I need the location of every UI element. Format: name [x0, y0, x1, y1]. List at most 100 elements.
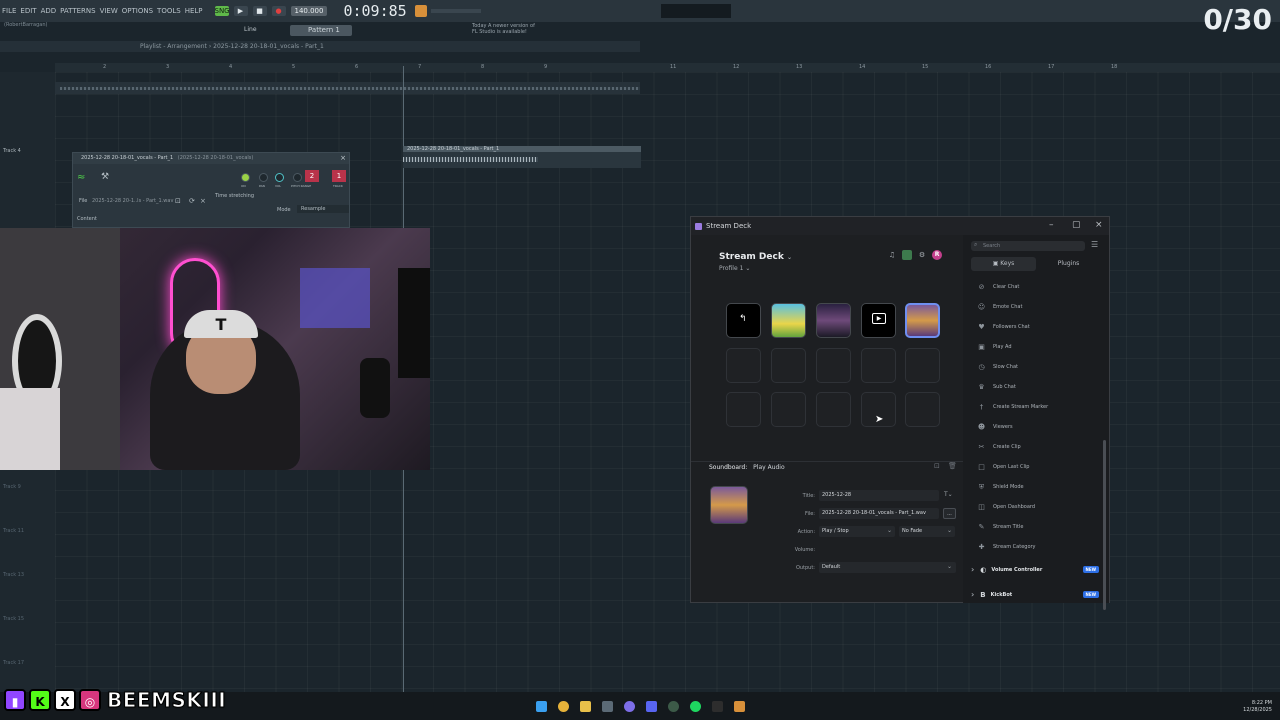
scrollbar[interactable]: [1103, 440, 1106, 610]
plugin-action-item[interactable]: ✎ Stream Title: [971, 517, 1099, 537]
bell-icon[interactable]: ♫: [887, 250, 897, 260]
menu-view[interactable]: VIEW: [98, 7, 120, 15]
key-sponge-image[interactable]: [771, 303, 806, 338]
menu-tools[interactable]: TOOLS: [155, 7, 183, 15]
fl-studio-icon[interactable]: [734, 701, 745, 712]
key-empty[interactable]: [771, 348, 806, 383]
folder-icon[interactable]: ⊡: [175, 197, 181, 205]
marketplace-icon[interactable]: [902, 250, 912, 260]
audio-clip-vocals[interactable]: 2025-12-28 20-18-01_vocals - Part_1: [403, 146, 641, 168]
pitch-knob[interactable]: [293, 173, 302, 182]
action-preview-image[interactable]: [710, 486, 748, 524]
metronome-icon[interactable]: [414, 5, 427, 17]
track-number[interactable]: 1: [332, 170, 346, 182]
title-input[interactable]: 2025-12-28: [819, 490, 939, 501]
pattern-selector[interactable]: Pattern 1: [290, 25, 352, 36]
pat-song-toggle[interactable]: SNG: [214, 6, 230, 16]
key-dancer-image[interactable]: [816, 303, 851, 338]
waveform-icon[interactable]: ≈: [77, 172, 85, 183]
avatar[interactable]: R: [932, 250, 942, 260]
gear-icon[interactable]: ⚙: [917, 250, 927, 260]
plugin-action-item[interactable]: ✚ Stream Category: [971, 537, 1099, 557]
file-value[interactable]: 2025-12-28 20-1..ls - Part_1.wav: [92, 198, 173, 204]
plugin-action-item[interactable]: ◫ Open Dashboard: [971, 497, 1099, 517]
wrench-icon[interactable]: ⚒: [101, 172, 109, 182]
record-button[interactable]: ●: [271, 6, 286, 16]
track-label[interactable]: Track 13: [3, 572, 24, 578]
menu-file[interactable]: FILE: [0, 7, 18, 15]
snap-select[interactable]: Line: [244, 26, 257, 33]
track-label[interactable]: Track 11: [3, 528, 24, 534]
key-empty[interactable]: [905, 392, 940, 427]
plugin-action-item[interactable]: ▣ Play Ad: [971, 337, 1099, 357]
key-back[interactable]: ↰: [726, 303, 761, 338]
plugin-action-item[interactable]: ☻ Viewers: [971, 417, 1099, 437]
menu-options[interactable]: OPTIONS: [120, 7, 155, 15]
output-select[interactable]: Default: [819, 562, 956, 573]
search-input[interactable]: Search: [971, 241, 1085, 251]
refresh-icon[interactable]: ⟳: [189, 197, 195, 205]
action-select[interactable]: Play / Stop: [819, 526, 895, 537]
key-empty[interactable]: [861, 348, 896, 383]
mode-select[interactable]: Resample: [297, 205, 349, 213]
plugin-action-item[interactable]: ⛨ Shield Mode: [971, 477, 1099, 497]
pan-knob[interactable]: [259, 173, 268, 182]
timeline-ruler[interactable]: 2 3 4 5 6 7 8 9 11 12 13 14 15 16 17 18: [55, 63, 1280, 72]
tempo-display[interactable]: 140.000: [290, 6, 328, 16]
play-button[interactable]: ▶: [233, 6, 248, 16]
key-empty[interactable]: [771, 392, 806, 427]
system-clock[interactable]: 8:22 PM 12/28/2025: [1243, 700, 1272, 714]
track-label[interactable]: Track 9: [3, 484, 21, 490]
menu-help[interactable]: HELP: [183, 7, 205, 15]
plugin-action-item[interactable]: ⊘ Clear Chat: [971, 277, 1099, 297]
stop-button[interactable]: ■: [252, 6, 267, 16]
discord-icon[interactable]: [646, 701, 657, 712]
update-notice[interactable]: Today A newer version of FL Studio is av…: [472, 23, 542, 35]
plugin-action-item[interactable]: □ Open Last Clip: [971, 457, 1099, 477]
folder-icon[interactable]: ⊡: [934, 462, 940, 470]
device-selector[interactable]: Stream Deck ⌄: [719, 252, 792, 262]
pitch-range-value[interactable]: 2: [305, 170, 319, 182]
close-icon[interactable]: ×: [340, 153, 346, 164]
key-soundboard-selected[interactable]: [905, 303, 940, 338]
menu-add[interactable]: ADD: [39, 7, 59, 15]
trash-icon[interactable]: 🗑: [948, 462, 957, 470]
profile-selector[interactable]: Profile 1 ⌄: [719, 265, 750, 272]
track-label[interactable]: Track 17: [3, 660, 24, 666]
track-label[interactable]: Track 4: [3, 148, 21, 154]
list-view-icon[interactable]: ☰: [1091, 240, 1098, 249]
plugin-action-item[interactable]: ♥ Followers Chat: [971, 317, 1099, 337]
menu-patterns[interactable]: PATTERNS: [58, 7, 97, 15]
app-icon[interactable]: [712, 701, 723, 712]
tab-plugins[interactable]: Plugins: [1036, 257, 1101, 271]
plugin-action-item[interactable]: † Create Stream Marker: [971, 397, 1099, 417]
key-empty[interactable]: [726, 348, 761, 383]
app-icon[interactable]: [624, 701, 635, 712]
channel-title-bar[interactable]: 2025-12-28 20-18-01_vocals - Part_1 (202…: [73, 153, 349, 164]
clear-icon[interactable]: ×: [200, 197, 206, 205]
file-input[interactable]: 2025-12-28 20-18-01_vocals - Part_1.wav: [819, 508, 939, 519]
menu-edit[interactable]: EDIT: [18, 7, 38, 15]
plugin-action-item[interactable]: ◷ Slow Chat: [971, 357, 1099, 377]
on-knob[interactable]: [241, 173, 250, 182]
window-title-bar[interactable]: Stream Deck – ▢ ×: [691, 217, 1109, 235]
plugin-group[interactable]: › ◐ Volume Controller NEW: [971, 557, 1099, 582]
close-icon[interactable]: ×: [1095, 220, 1103, 230]
plugin-action-item[interactable]: ♛ Sub Chat: [971, 377, 1099, 397]
chrome-icon[interactable]: [558, 701, 569, 712]
windows-start-icon[interactable]: [536, 701, 547, 712]
plugin-group[interactable]: › B KickBot NEW: [971, 582, 1099, 607]
plugin-action-item[interactable]: ✂ Create Clip: [971, 437, 1099, 457]
track-label[interactable]: Track 15: [3, 616, 24, 622]
key-empty[interactable]: [816, 392, 851, 427]
app-icon[interactable]: [668, 701, 679, 712]
vol-knob[interactable]: [275, 173, 284, 182]
key-empty[interactable]: [726, 392, 761, 427]
key-empty[interactable]: [905, 348, 940, 383]
plugin-action-item[interactable]: ☺ Emote Chat: [971, 297, 1099, 317]
content-label[interactable]: Content: [77, 216, 97, 222]
tab-keys[interactable]: ▣ Keys: [971, 257, 1036, 271]
key-play-media[interactable]: ▶: [861, 303, 896, 338]
master-volume-slider[interactable]: [430, 9, 481, 13]
file-explorer-icon[interactable]: [580, 701, 591, 712]
